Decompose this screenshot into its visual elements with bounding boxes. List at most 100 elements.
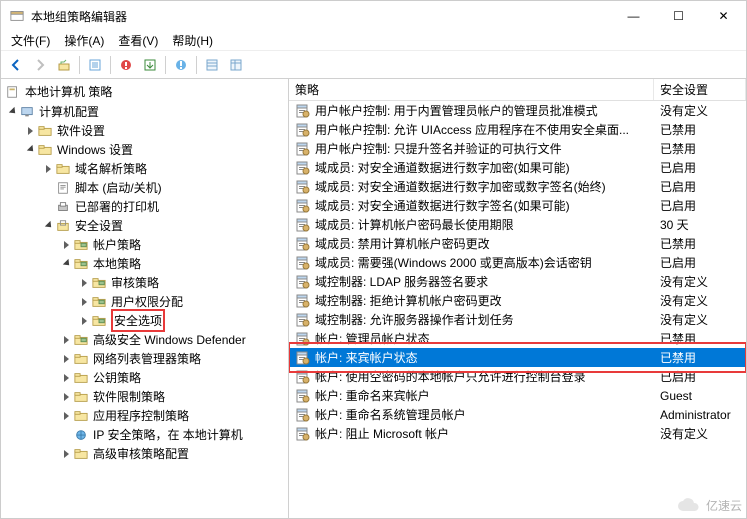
policy-name: 帐户: 管理员帐户状态 <box>315 330 430 347</box>
menu-item[interactable]: 文件(F) <box>5 30 56 51</box>
policy-setting: 没有定义 <box>654 273 746 290</box>
watermark: 亿速云 <box>676 496 742 514</box>
column-setting[interactable]: 安全设置 <box>654 79 746 100</box>
list-row[interactable]: 域成员: 禁用计算机帐户密码更改 已禁用 <box>289 234 746 253</box>
policy-setting: 已禁用 <box>654 330 746 347</box>
tree-item[interactable]: 高级审核策略配置 <box>1 444 288 463</box>
list-row[interactable]: 用户帐户控制: 允许 UIAccess 应用程序在不使用安全桌面...已禁用 <box>289 120 746 139</box>
menu-item[interactable]: 操作(A) <box>58 30 110 51</box>
tree-item-label: 域名解析策略 <box>75 160 147 177</box>
expander-closed-icon[interactable] <box>59 238 73 252</box>
expander-closed-icon[interactable] <box>59 371 73 385</box>
menu-item[interactable]: 查看(V) <box>112 30 164 51</box>
list-row[interactable]: 帐户: 阻止 Microsoft 帐户没有定义 <box>289 424 746 443</box>
expander-closed-icon[interactable] <box>59 333 73 347</box>
expander-closed-icon[interactable] <box>59 352 73 366</box>
tree-item[interactable]: 公钥策略 <box>1 368 288 387</box>
tree-item[interactable]: 软件设置 <box>1 121 288 140</box>
expander-closed-icon[interactable] <box>59 447 73 461</box>
policy-name: 域成员: 禁用计算机帐户密码更改 <box>315 235 490 252</box>
expander-closed-icon[interactable] <box>59 409 73 423</box>
policy-icon <box>295 179 311 195</box>
list-panel: 策略 安全设置 用户帐户控制: 用于内置管理员帐户的管理员批准模式没有定义用户帐… <box>289 79 746 518</box>
window-title: 本地组策略编辑器 <box>31 8 127 25</box>
folder-g-icon <box>73 333 89 347</box>
tree-root[interactable]: 本地计算机 策略 <box>1 81 288 102</box>
forward-button[interactable] <box>29 54 51 76</box>
tree-item[interactable]: 域名解析策略 <box>1 159 288 178</box>
list-row[interactable]: 帐户: 重命名来宾帐户Guest <box>289 386 746 405</box>
list-row[interactable]: 用户帐户控制: 用于内置管理员帐户的管理员批准模式没有定义 <box>289 101 746 120</box>
tree-item[interactable]: 已部署的打印机 <box>1 197 288 216</box>
column-policy[interactable]: 策略 <box>289 79 654 100</box>
tree-item-label: 审核策略 <box>111 274 159 291</box>
expander-closed-icon[interactable] <box>41 162 55 176</box>
export-button[interactable] <box>139 54 161 76</box>
policy-icon <box>295 103 311 119</box>
tree-item[interactable]: 本地策略 <box>1 254 288 273</box>
tree-item[interactable]: 帐户策略 <box>1 235 288 254</box>
tree-item-label: 帐户策略 <box>93 236 141 253</box>
view-detail-button[interactable] <box>225 54 247 76</box>
maximize-button[interactable]: ☐ <box>656 1 701 31</box>
expander-closed-icon[interactable] <box>77 314 91 328</box>
expander-closed-icon[interactable] <box>41 200 55 214</box>
policy-name: 域控制器: LDAP 服务器签名要求 <box>315 273 488 290</box>
back-button[interactable] <box>5 54 27 76</box>
expander-closed-icon[interactable] <box>41 181 55 195</box>
tree-item-label: 网络列表管理器策略 <box>93 350 201 367</box>
tree-item[interactable]: 计算机配置 <box>1 102 288 121</box>
tree-item[interactable]: 应用程序控制策略 <box>1 406 288 425</box>
menubar: 文件(F)操作(A)查看(V)帮助(H) <box>1 31 746 51</box>
list-row[interactable]: 域成员: 对安全通道数据进行数字加密或数字签名(始终)已启用 <box>289 177 746 196</box>
tree-item[interactable]: Windows 设置 <box>1 140 288 159</box>
expander-closed-icon[interactable] <box>59 428 73 442</box>
list-row[interactable]: 域成员: 需要强(Windows 2000 或更高版本)会话密钥已启用 <box>289 253 746 272</box>
expander-open-icon[interactable] <box>41 219 55 233</box>
list-row[interactable]: 域成员: 计算机帐户密码最长使用期限30 天 <box>289 215 746 234</box>
expander-closed-icon[interactable] <box>77 276 91 290</box>
expander-open-icon[interactable] <box>59 257 73 271</box>
refresh-button[interactable] <box>170 54 192 76</box>
tree-item[interactable]: 安全设置 <box>1 216 288 235</box>
list-row[interactable]: 用户帐户控制: 只提升签名并验证的可执行文件已禁用 <box>289 139 746 158</box>
menu-item[interactable]: 帮助(H) <box>166 30 219 51</box>
tree-item[interactable]: 审核策略 <box>1 273 288 292</box>
list-row[interactable]: 帐户: 来宾帐户状态已禁用 <box>289 348 746 367</box>
close-button[interactable]: ✕ <box>701 1 746 31</box>
folder-icon <box>73 409 89 423</box>
list-row[interactable]: 帐户: 使用空密码的本地帐户只允许进行控制台登录已启用 <box>289 367 746 386</box>
list-row[interactable]: 域成员: 对安全通道数据进行数字加密(如果可能)已启用 <box>289 158 746 177</box>
list-row[interactable]: 域控制器: 允许服务器操作者计划任务没有定义 <box>289 310 746 329</box>
folder-icon <box>55 162 71 176</box>
list-row[interactable]: 帐户: 管理员帐户状态 已禁用 <box>289 329 746 348</box>
policy-name: 帐户: 使用空密码的本地帐户只允许进行控制台登录 <box>315 368 586 385</box>
folder-g-icon <box>91 314 107 328</box>
list-body[interactable]: 用户帐户控制: 用于内置管理员帐户的管理员批准模式没有定义用户帐户控制: 允许 … <box>289 101 746 518</box>
list-row[interactable]: 域成员: 对安全通道数据进行数字签名(如果可能)已启用 <box>289 196 746 215</box>
expander-open-icon[interactable] <box>23 143 37 157</box>
minimize-button[interactable]: — <box>611 1 656 31</box>
policy-icon <box>295 426 311 442</box>
policy-setting: 没有定义 <box>654 292 746 309</box>
filter-button[interactable] <box>115 54 137 76</box>
expander-closed-icon[interactable] <box>77 295 91 309</box>
expander-closed-icon[interactable] <box>23 124 37 138</box>
tree-item[interactable]: 网络列表管理器策略 <box>1 349 288 368</box>
tree-item[interactable]: 安全选项 <box>1 311 288 330</box>
list-row[interactable]: 帐户: 重命名系统管理员帐户Administrator <box>289 405 746 424</box>
list-row[interactable]: 域控制器: 拒绝计算机帐户密码更改没有定义 <box>289 291 746 310</box>
tree-panel[interactable]: 本地计算机 策略 计算机配置软件设置Windows 设置域名解析策略脚本 (启动… <box>1 79 289 518</box>
policy-setting: 已禁用 <box>654 235 746 252</box>
tree-item[interactable]: 脚本 (启动/关机) <box>1 178 288 197</box>
properties-button[interactable] <box>84 54 106 76</box>
list-row[interactable]: 域控制器: LDAP 服务器签名要求 没有定义 <box>289 272 746 291</box>
expander-open-icon[interactable] <box>5 105 19 119</box>
view-list-button[interactable] <box>201 54 223 76</box>
tree-item[interactable]: IP 安全策略，在 本地计算机 <box>1 425 288 444</box>
ipsec-icon <box>73 428 89 442</box>
tree-item[interactable]: 软件限制策略 <box>1 387 288 406</box>
expander-closed-icon[interactable] <box>59 390 73 404</box>
up-button[interactable] <box>53 54 75 76</box>
tree-item[interactable]: 高级安全 Windows Defender <box>1 330 288 349</box>
